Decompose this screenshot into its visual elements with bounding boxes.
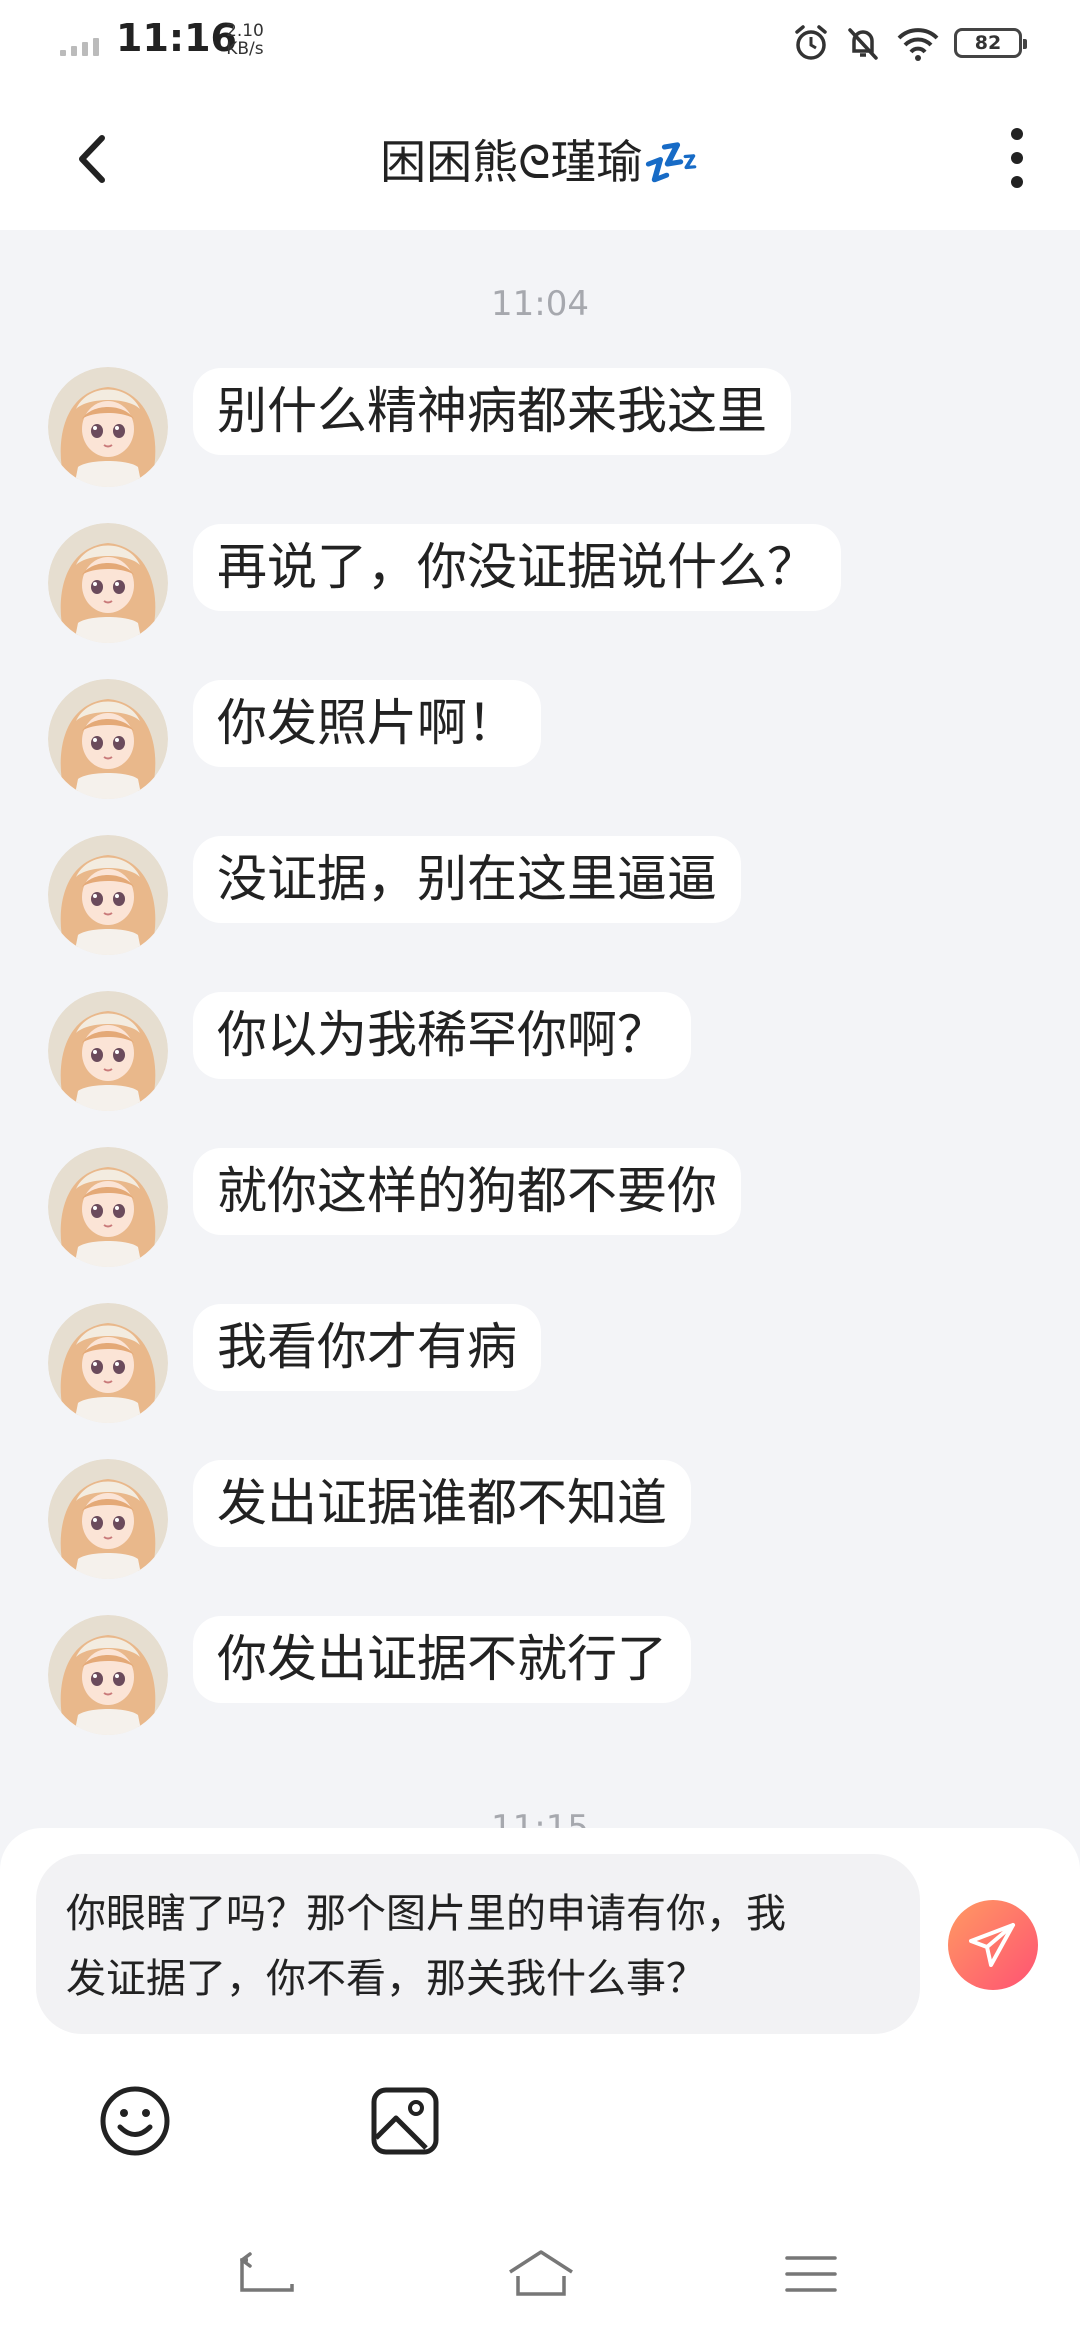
message-bubble[interactable]: 发出证据谁都不知道: [193, 1460, 691, 1547]
avatar[interactable]: [48, 523, 168, 643]
message-bubble[interactable]: 你以为我稀罕你啊？: [193, 992, 691, 1079]
nav-home-icon[interactable]: [506, 2246, 576, 2302]
send-icon: [969, 1923, 1015, 1967]
send-button[interactable]: [948, 1900, 1038, 1990]
status-icons: 82: [792, 18, 1027, 68]
avatar[interactable]: [48, 367, 168, 487]
network-speed-unit: KB/s: [226, 39, 264, 59]
message-bubble[interactable]: 就你这样的狗都不要你: [193, 1148, 741, 1235]
signal-icon: [60, 36, 104, 56]
message-bubble[interactable]: 别什么精神病都来我这里: [193, 368, 791, 455]
alarm-icon: [795, 25, 827, 60]
message-bubble[interactable]: 你发照片啊！: [193, 680, 541, 767]
bell-off-icon: [848, 28, 878, 60]
network-speed-value: 2.10: [226, 21, 264, 41]
avatar[interactable]: [48, 991, 168, 1111]
message-bubble[interactable]: 再说了，你没证据说什么？: [193, 524, 841, 611]
chat-timestamp: 11:04: [491, 284, 589, 324]
nav-back-icon[interactable]: [236, 2250, 298, 2300]
system-nav-bar: [0, 2230, 1080, 2320]
message-input-line-2: 发证据了，你不看，那关我什么事？: [66, 1956, 706, 2002]
avatar[interactable]: [48, 1459, 168, 1579]
battery-icon: 82: [954, 28, 1027, 58]
wifi-icon: [897, 28, 939, 61]
avatar[interactable]: [48, 1147, 168, 1267]
message-bubble[interactable]: 你发出证据不就行了: [193, 1616, 691, 1703]
message-bubble[interactable]: 没证据，别在这里逼逼: [193, 836, 741, 923]
nav-menu-icon[interactable]: [783, 2252, 839, 2296]
network-speed: 2.10 KB/s: [226, 22, 264, 58]
status-bar: 11:16 2.10 KB/s 82: [0, 0, 1080, 86]
chat-title: 困困熊ᘓ瑾瑜💤: [380, 135, 700, 189]
message-bubble[interactable]: 我看你才有病: [193, 1304, 541, 1391]
avatar[interactable]: [48, 1615, 168, 1735]
avatar[interactable]: [48, 679, 168, 799]
image-icon[interactable]: [366, 2082, 444, 2160]
avatar[interactable]: [48, 1303, 168, 1423]
avatar[interactable]: [48, 835, 168, 955]
emoji-icon[interactable]: [96, 2082, 174, 2160]
chat-header: 困困熊ᘓ瑾瑜💤: [0, 86, 1080, 230]
message-input-line-1: 你眼瞎了吗？那个图片里的申请有你，我: [66, 1891, 786, 1937]
message-input[interactable]: 你眼瞎了吗？那个图片里的申请有你，我 发证据了，你不看，那关我什么事？: [36, 1854, 920, 2034]
status-time: 11:16: [116, 16, 237, 60]
battery-level: 82: [974, 32, 1002, 54]
more-vertical-icon[interactable]: [992, 122, 1042, 194]
